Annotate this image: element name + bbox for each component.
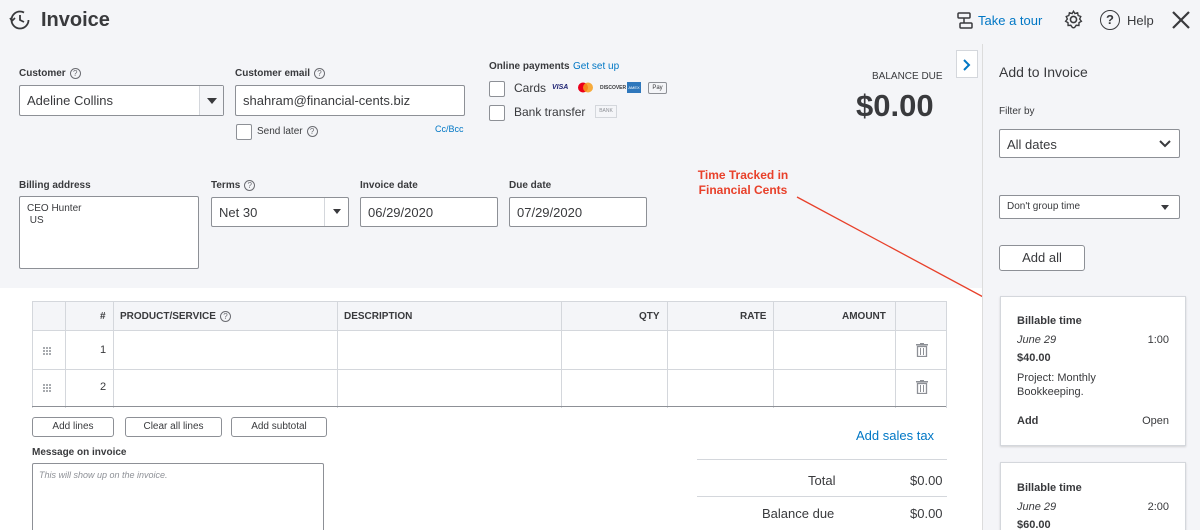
totals-divider: [697, 496, 947, 497]
group-time-select[interactable]: Don't group time: [999, 195, 1180, 219]
add-subtotal-button[interactable]: Add subtotal: [231, 417, 327, 437]
drag-handle-icon[interactable]: [42, 346, 52, 356]
message-placeholder: This will show up on the invoice.: [39, 470, 168, 480]
table-border: [946, 301, 947, 408]
chevron-right-icon: [963, 59, 971, 71]
drag-handle-icon[interactable]: [42, 383, 52, 393]
info-icon[interactable]: ?: [219, 311, 231, 322]
add-lines-button[interactable]: Add lines: [32, 417, 114, 437]
trash-icon[interactable]: [916, 343, 928, 357]
table-row[interactable]: 2: [32, 370, 946, 406]
card-open-link[interactable]: Open: [1142, 415, 1169, 427]
total-label: Total: [808, 473, 836, 488]
message-field[interactable]: This will show up on the invoice.: [32, 463, 324, 530]
th-description: DESCRIPTION: [344, 311, 413, 322]
add-all-button[interactable]: Add all: [999, 245, 1085, 271]
filter-by-label: Filter by: [999, 106, 1035, 117]
card-duration: 1:00: [1147, 334, 1169, 346]
message-label: Message on invoice: [32, 447, 127, 458]
row-number: 2: [100, 381, 107, 393]
billable-time-card[interactable]: Billable time June 29 2:00 $60.00: [1000, 462, 1186, 530]
add-to-invoice-panel: Add to Invoice Filter by All dates Don't…: [982, 44, 1200, 530]
trash-icon[interactable]: [916, 380, 928, 394]
totals-divider: [697, 459, 947, 460]
balance-due-total-value: $0.00: [910, 506, 943, 521]
billable-time-card[interactable]: Billable time June 29 1:00 $40.00 Projec…: [1000, 296, 1186, 446]
balance-due-total-label: Balance due: [762, 506, 835, 521]
card-date: June 29: [1017, 334, 1057, 346]
add-sales-tax-link[interactable]: Add sales tax: [856, 428, 934, 443]
card-title: Billable time: [1017, 482, 1082, 494]
date-filter-value: All dates: [1007, 137, 1057, 152]
th-amount: AMOUNT: [842, 311, 886, 322]
caret-down-icon: [1161, 205, 1169, 210]
th-product: PRODUCT/SERVICE?: [120, 311, 231, 322]
chevron-down-icon: [1159, 140, 1171, 148]
card-project-line-2: Bookkeeping.: [1017, 386, 1084, 398]
panel-title: Add to Invoice: [999, 64, 1088, 80]
card-add-link[interactable]: Add: [1017, 415, 1038, 427]
card-amount: $60.00: [1017, 519, 1051, 530]
total-value: $0.00: [910, 473, 943, 488]
card-duration: 2:00: [1147, 501, 1169, 513]
th-number: #: [100, 311, 106, 322]
row-number: 1: [100, 344, 107, 356]
card-project: Project: Monthly Bookkeeping.: [1017, 371, 1096, 399]
table-border: [32, 406, 946, 407]
date-filter-select[interactable]: All dates: [999, 129, 1180, 158]
collapse-panel-button[interactable]: [956, 50, 978, 78]
th-qty: QTY: [639, 311, 660, 322]
group-time-value: Don't group time: [1007, 201, 1081, 212]
card-title: Billable time: [1017, 315, 1082, 327]
th-rate: RATE: [740, 311, 767, 322]
table-row[interactable]: 1: [32, 332, 946, 369]
clear-all-lines-button[interactable]: Clear all lines: [125, 417, 222, 437]
card-amount: $40.00: [1017, 352, 1051, 364]
card-date: June 29: [1017, 501, 1057, 513]
card-project-line-1: Project: Monthly: [1017, 372, 1096, 384]
